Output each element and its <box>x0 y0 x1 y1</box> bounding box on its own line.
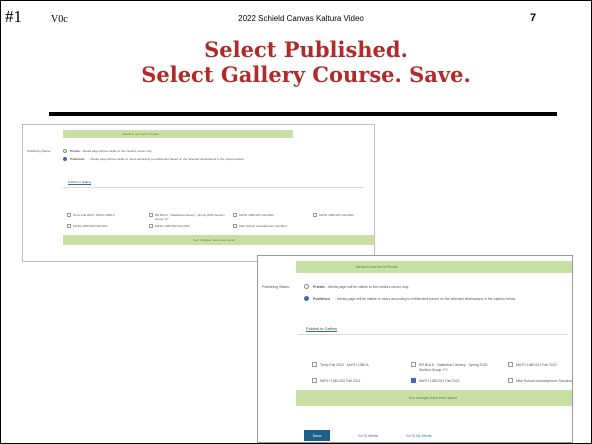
slide-number: #1 <box>5 7 22 26</box>
course-label: MATH 1380 002 Fall 2021 <box>73 224 108 228</box>
published-radio[interactable] <box>304 296 309 301</box>
course-checkbox[interactable] <box>508 362 513 367</box>
course-checkbox[interactable] <box>149 224 153 228</box>
saved-banner: Your changes have been saved <box>63 235 374 245</box>
source-label: 2022 Schield Canvas Kaltura Video <box>238 14 364 23</box>
tab-divider <box>63 187 363 188</box>
private-radio[interactable] <box>63 149 67 153</box>
course-label: MATH 1380 002 Fall 2021 <box>320 379 361 383</box>
go-to-media-link[interactable]: Go To Media <box>358 434 378 438</box>
course-checkbox[interactable] <box>312 378 317 383</box>
go-to-my-media-link[interactable]: Go To My Media <box>406 434 431 438</box>
course-checkbox[interactable] <box>233 224 237 228</box>
course-label: MATH 1380 001 Fall 2022 <box>239 213 274 217</box>
course-label: MATH 1380 002 Fall 2021 <box>155 224 190 228</box>
slide: #1 V0c 2022 Schield Canvas Kaltura Video… <box>0 0 592 444</box>
publishing-status-label: Publishing Status: <box>262 285 291 289</box>
course-checkbox[interactable] <box>149 213 153 217</box>
private-banner: Media is now set to Private <box>63 130 293 138</box>
course-label: MATH 1380 001 Fall 2022 <box>516 363 557 367</box>
private-label: Private <box>70 149 81 153</box>
published-radio[interactable] <box>63 157 67 161</box>
published-label: Published <box>313 297 330 301</box>
private-banner: Media is now set to Private <box>296 261 572 273</box>
save-button[interactable]: Save <box>304 430 330 441</box>
private-desc: - Media page will be visible to the medi… <box>81 149 153 153</box>
course-checkbox[interactable] <box>233 213 237 217</box>
tab-publish-in-gallery[interactable]: Publish in Gallery <box>306 326 338 332</box>
page-number: 7 <box>530 12 537 24</box>
course-label: RR BULK - Statistical Literacy - Spring … <box>419 363 488 372</box>
course-checkbox[interactable] <box>508 378 513 383</box>
course-checkbox[interactable] <box>312 362 317 367</box>
title-line-2: Select Gallery Course. Save. <box>141 62 471 87</box>
course-checkbox[interactable] <box>67 224 71 228</box>
course-label: Nike School cochairperson Sandbox <box>239 224 288 228</box>
tab-publish-in-gallery[interactable]: Publish in Gallery <box>68 180 92 185</box>
published-desc: - Media page will be visible to users ac… <box>89 157 245 161</box>
title-divider <box>49 112 557 116</box>
course-checkbox[interactable] <box>411 362 416 367</box>
published-desc: - Media page will be visible to users ac… <box>335 297 516 301</box>
course-checkbox[interactable] <box>313 213 317 217</box>
course-label: Temp Fall 2022 - MATH 1380 A <box>320 363 369 367</box>
publishing-status-label: Publishing Status: <box>27 149 52 153</box>
private-label: Private <box>313 285 325 289</box>
private-desc: - Media page will be visible to the medi… <box>326 285 410 289</box>
tab-divider <box>298 334 568 335</box>
course-checkbox-checked[interactable] <box>411 378 416 383</box>
title-line-1: Select Published. <box>204 37 408 62</box>
private-radio[interactable] <box>304 284 309 289</box>
version-label: V0c <box>51 14 68 25</box>
screenshot-small: Media is now set to Private Publishing S… <box>22 124 375 262</box>
slide-title: Select Published. Select Gallery Course.… <box>61 37 551 87</box>
course-checkbox[interactable] <box>67 213 71 217</box>
course-label: Temp Fall 2022 - MATH 1380 A <box>73 213 115 217</box>
saved-banner: Your changes have been saved <box>296 390 572 406</box>
published-label: Published <box>70 157 85 161</box>
screenshot-large: Media is now set to Private Publishing S… <box>257 255 573 443</box>
course-label: RR BULK - Statistical Literacy - Spring … <box>155 213 225 221</box>
course-label: MATH 1380 001 Fall 2022 <box>419 379 460 383</box>
course-label: MATH 1380 001 Fall 2022 <box>319 213 354 217</box>
course-label: Nike School cochairperson Sandbox <box>516 379 573 383</box>
